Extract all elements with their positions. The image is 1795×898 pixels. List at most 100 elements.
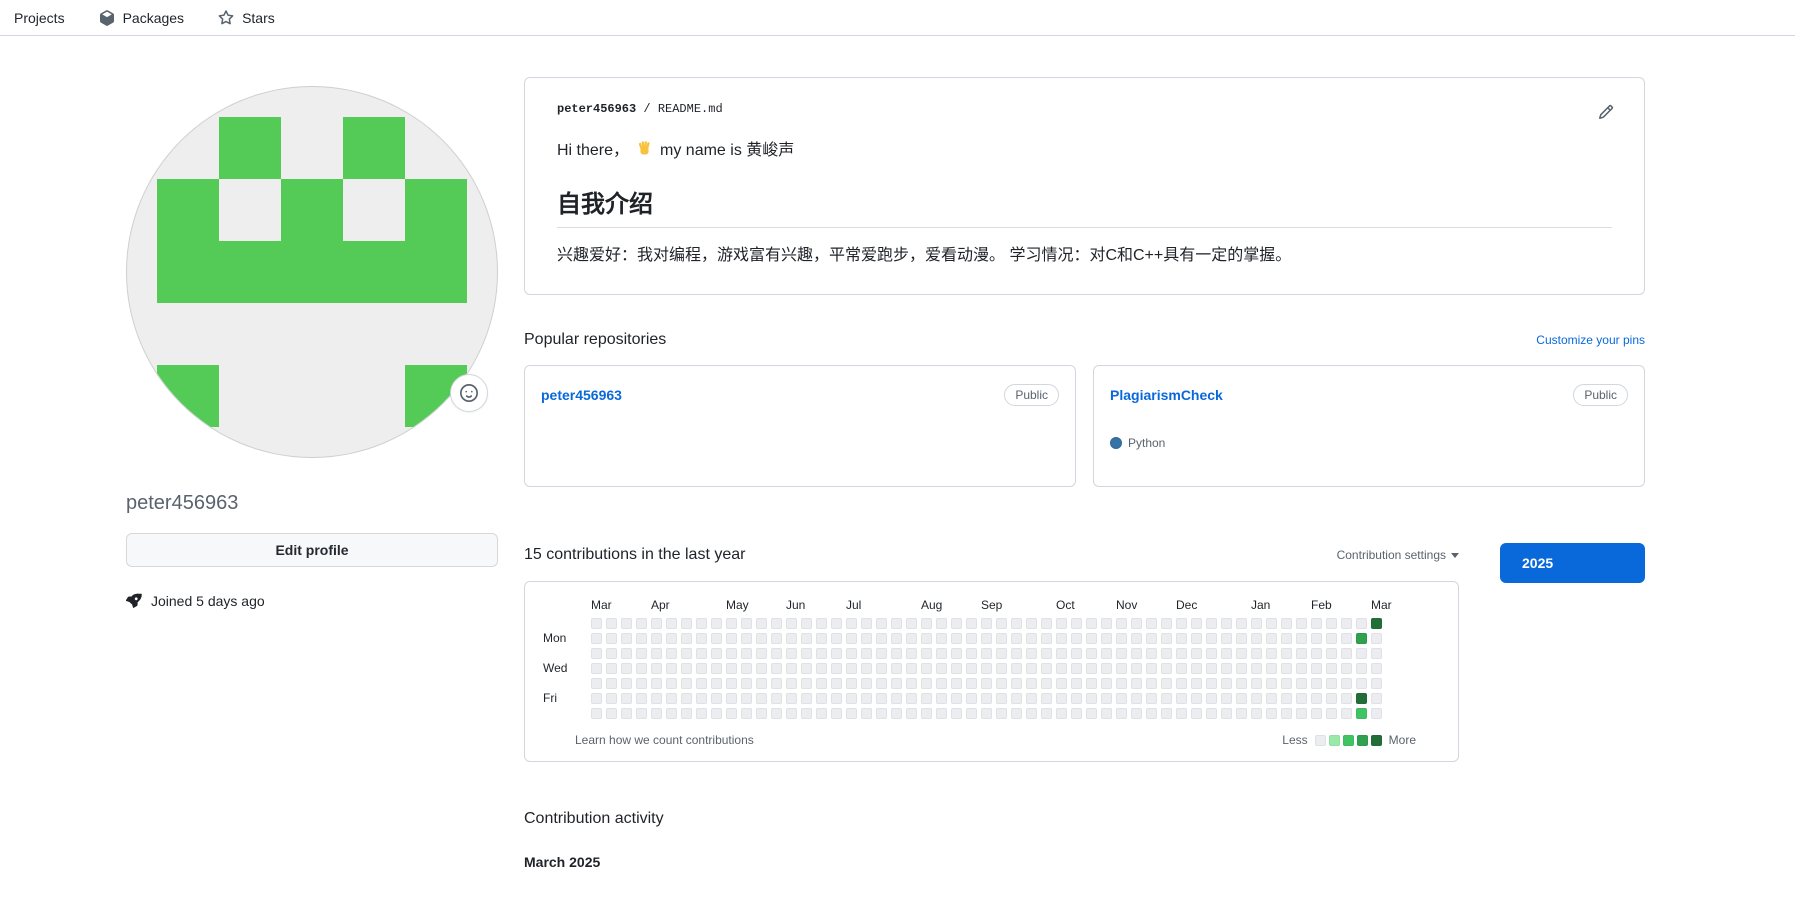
contribution-cell[interactable] (1041, 708, 1052, 719)
contribution-cell[interactable] (681, 708, 692, 719)
contribution-cell[interactable] (891, 633, 902, 644)
contribution-cell[interactable] (666, 633, 677, 644)
contribution-cell[interactable] (1071, 618, 1082, 629)
contribution-cell[interactable] (1071, 693, 1082, 704)
contribution-cell[interactable] (1116, 618, 1127, 629)
contribution-cell[interactable] (666, 678, 677, 689)
contribution-cell[interactable] (876, 633, 887, 644)
contribution-cell[interactable] (666, 618, 677, 629)
contribution-cell[interactable] (951, 648, 962, 659)
contribution-cell[interactable] (1191, 648, 1202, 659)
contribution-cell[interactable] (1176, 708, 1187, 719)
contribution-cell[interactable] (741, 708, 752, 719)
contribution-cell[interactable] (726, 633, 737, 644)
contribution-cell[interactable] (831, 678, 842, 689)
contribution-cell[interactable] (996, 708, 1007, 719)
contribution-cell[interactable] (1116, 633, 1127, 644)
contribution-cell[interactable] (1011, 648, 1022, 659)
contribution-cell[interactable] (846, 708, 857, 719)
contribution-cell[interactable] (1371, 708, 1382, 719)
contribution-cell[interactable] (951, 678, 962, 689)
contribution-cell[interactable] (861, 693, 872, 704)
contribution-cell[interactable] (1026, 693, 1037, 704)
contribution-cell[interactable] (1041, 618, 1052, 629)
contribution-cell[interactable] (1251, 663, 1262, 674)
contribution-cell[interactable] (1101, 663, 1112, 674)
contribution-cell[interactable] (936, 648, 947, 659)
contribution-cell[interactable] (1026, 648, 1037, 659)
contribution-cell[interactable] (1176, 633, 1187, 644)
contribution-cell[interactable] (666, 693, 677, 704)
contribution-cell[interactable] (1131, 678, 1142, 689)
contribution-cell[interactable] (1326, 678, 1337, 689)
tab-packages[interactable]: Packages (95, 10, 188, 26)
contribution-cell[interactable] (966, 693, 977, 704)
contribution-cell[interactable] (1131, 693, 1142, 704)
contribution-cell[interactable] (801, 708, 812, 719)
contribution-cell[interactable] (756, 678, 767, 689)
contribution-cell[interactable] (1101, 618, 1112, 629)
contribution-cell[interactable] (996, 693, 1007, 704)
contribution-cell[interactable] (801, 678, 812, 689)
contribution-cell[interactable] (1221, 708, 1232, 719)
contribution-cell[interactable] (1356, 648, 1367, 659)
contribution-cell[interactable] (726, 693, 737, 704)
contribution-cell[interactable] (1281, 663, 1292, 674)
contribution-cell[interactable] (1011, 678, 1022, 689)
contribution-cell[interactable] (1176, 663, 1187, 674)
contribution-cell[interactable] (1101, 678, 1112, 689)
contribution-cell[interactable] (1206, 648, 1217, 659)
contribution-cell[interactable] (1026, 633, 1037, 644)
contribution-cell[interactable] (1116, 663, 1127, 674)
contribution-cell[interactable] (621, 633, 632, 644)
contribution-cell[interactable] (891, 693, 902, 704)
contribution-cell[interactable] (1236, 663, 1247, 674)
contribution-cell[interactable] (771, 708, 782, 719)
contribution-cell[interactable] (786, 693, 797, 704)
contribution-cell[interactable] (1311, 678, 1322, 689)
contribution-cell[interactable] (756, 633, 767, 644)
contribution-cell[interactable] (1296, 618, 1307, 629)
contribution-cell[interactable] (681, 693, 692, 704)
contribution-cell[interactable] (1161, 678, 1172, 689)
contribution-cell[interactable] (681, 663, 692, 674)
avatar[interactable] (126, 86, 498, 458)
contribution-cell[interactable] (651, 678, 662, 689)
contribution-cell[interactable] (1101, 648, 1112, 659)
contribution-cell[interactable] (876, 708, 887, 719)
contribution-cell[interactable] (936, 618, 947, 629)
contribution-cell[interactable] (1356, 633, 1367, 644)
contribution-cell[interactable] (891, 663, 902, 674)
contribution-cell[interactable] (1071, 678, 1082, 689)
tab-stars[interactable]: Stars (214, 10, 279, 26)
contribution-cell[interactable] (786, 618, 797, 629)
contribution-cell[interactable] (1011, 618, 1022, 629)
contribution-cell[interactable] (1371, 633, 1382, 644)
contribution-cell[interactable] (1341, 618, 1352, 629)
contribution-cell[interactable] (1101, 693, 1112, 704)
contribution-cell[interactable] (1176, 648, 1187, 659)
contribution-cell[interactable] (1161, 648, 1172, 659)
contribution-cell[interactable] (906, 618, 917, 629)
contribution-cell[interactable] (1221, 693, 1232, 704)
contribution-cell[interactable] (1341, 678, 1352, 689)
contribution-cell[interactable] (696, 693, 707, 704)
contribution-cell[interactable] (621, 708, 632, 719)
contribution-cell[interactable] (921, 663, 932, 674)
contribution-cell[interactable] (1086, 648, 1097, 659)
contribution-cell[interactable] (1326, 648, 1337, 659)
contribution-cell[interactable] (636, 633, 647, 644)
contribution-cell[interactable] (816, 678, 827, 689)
contribution-cell[interactable] (1236, 678, 1247, 689)
contribution-cell[interactable] (1221, 648, 1232, 659)
contribution-cell[interactable] (1326, 693, 1337, 704)
contribution-cell[interactable] (966, 648, 977, 659)
contribution-cell[interactable] (1266, 648, 1277, 659)
contribution-cell[interactable] (1266, 708, 1277, 719)
contribution-cell[interactable] (651, 618, 662, 629)
contribution-cell[interactable] (1131, 633, 1142, 644)
contribution-cell[interactable] (1191, 693, 1202, 704)
contribution-cell[interactable] (786, 663, 797, 674)
contribution-cell[interactable] (981, 633, 992, 644)
contribution-cell[interactable] (996, 633, 1007, 644)
